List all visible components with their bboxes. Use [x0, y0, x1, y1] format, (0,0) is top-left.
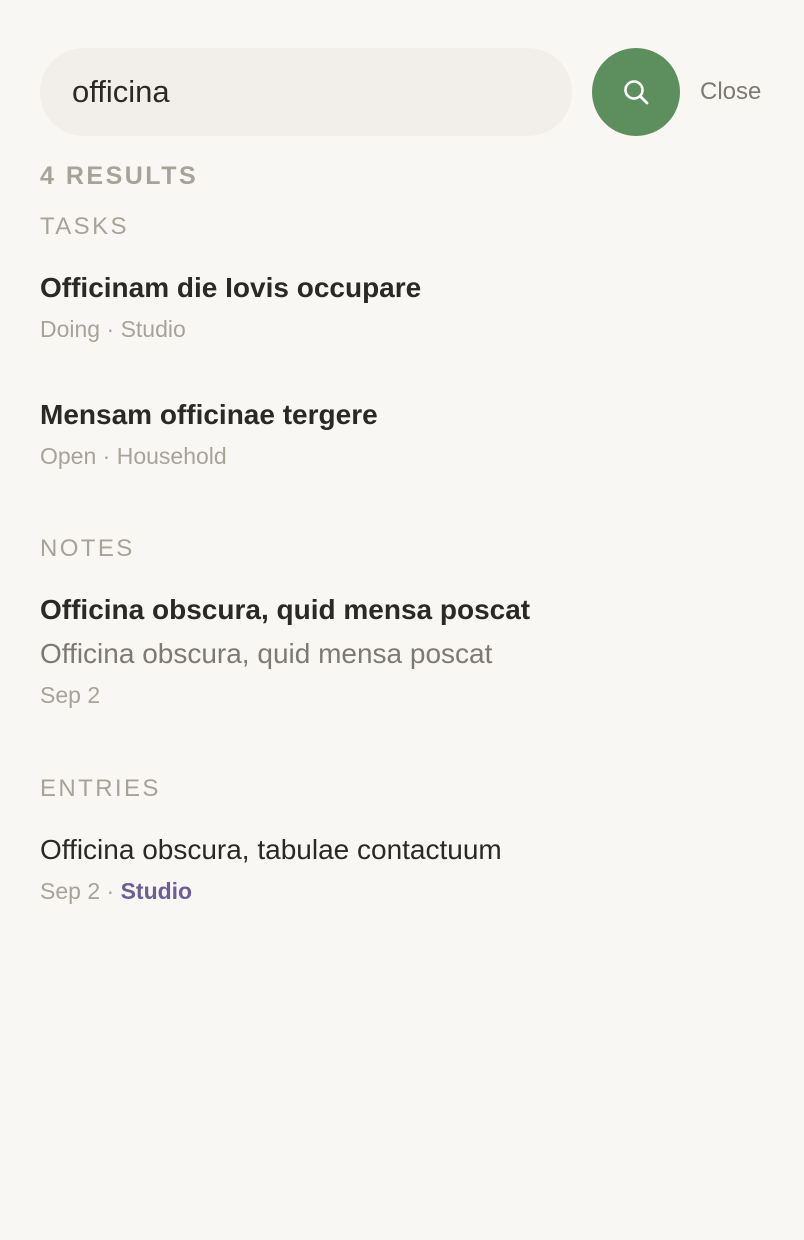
search-results-page: Close 4 RESULTS TASKS Officinam die Iovi… — [0, 0, 804, 1240]
meta-separator: · — [100, 316, 121, 342]
section-heading-notes: NOTES — [40, 535, 135, 562]
note-date: Sep 2 — [40, 682, 101, 708]
task-status: Doing — [40, 316, 101, 342]
note-snippet: Officina obscura, quid mensa poscat — [40, 638, 493, 669]
section-heading-entries: ENTRIES — [40, 775, 161, 802]
search-input[interactable] — [40, 48, 572, 136]
meta-separator: · — [100, 878, 121, 904]
search-bar: Close — [40, 48, 764, 136]
entry-meta: Sep 2 · Studio — [40, 878, 502, 905]
task-result-item[interactable]: Mensam officinae tergere Open · Househol… — [40, 399, 378, 470]
entry-date: Sep 2 — [40, 878, 101, 904]
task-project: Household — [116, 443, 227, 469]
entry-tag[interactable]: Studio — [121, 878, 193, 904]
search-button[interactable] — [592, 48, 680, 136]
task-project: Studio — [120, 316, 186, 342]
task-status: Open — [40, 443, 97, 469]
section-heading-tasks: TASKS — [40, 213, 129, 240]
task-result-item[interactable]: Officinam die Iovis occupare Doing · Stu… — [40, 272, 421, 343]
task-title: Officinam die Iovis occupare — [40, 272, 422, 303]
entry-result-item[interactable]: Officina obscura, tabulae contactuum Sep… — [40, 834, 502, 905]
close-button[interactable]: Close — [700, 48, 761, 136]
task-title: Mensam officinae tergere — [40, 399, 378, 430]
note-result-item[interactable]: Officina obscura, quid mensa poscat Offi… — [40, 594, 530, 709]
meta-separator: · — [96, 443, 117, 469]
search-icon — [624, 80, 649, 105]
results-count: 4 RESULTS — [40, 162, 199, 190]
task-meta: Doing · Studio — [40, 316, 421, 343]
entry-title: Officina obscura, tabulae contactuum — [40, 834, 502, 865]
task-meta: Open · Household — [40, 443, 378, 470]
note-title: Officina obscura, quid mensa poscat — [40, 594, 531, 625]
